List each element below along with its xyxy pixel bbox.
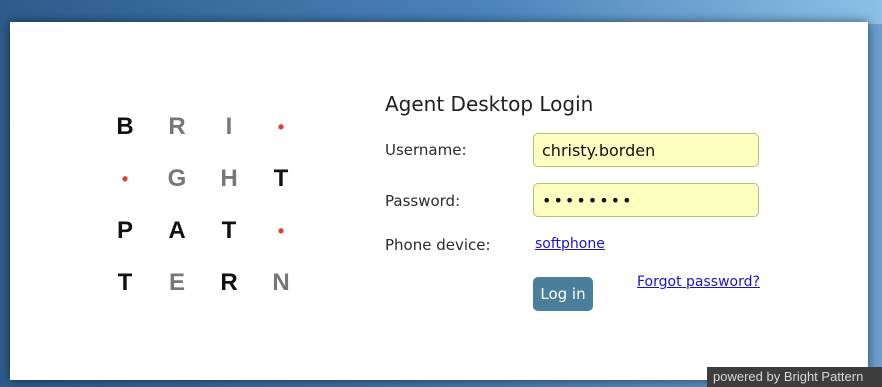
password-label: Password:	[385, 192, 461, 210]
softphone-link[interactable]: softphone	[535, 236, 605, 252]
login-button[interactable]: Log in	[533, 277, 593, 311]
background-gradient	[0, 0, 882, 24]
logo-letter: B	[116, 113, 134, 140]
username-field[interactable]	[533, 133, 759, 167]
password-field[interactable]	[533, 183, 759, 217]
logo-letter: E	[168, 269, 185, 296]
logo-letter: G	[167, 165, 187, 192]
bright-pattern-logo: B R I • • G H T P A T • T E R N	[112, 114, 302, 304]
logo-letter: N	[272, 269, 290, 296]
login-title: Agent Desktop Login	[385, 92, 594, 116]
phone-device-label: Phone device:	[385, 236, 491, 254]
logo-letter: H	[220, 165, 238, 192]
logo-letter: P	[116, 217, 133, 244]
logo-letter: A	[168, 217, 186, 244]
logo-letter: T	[273, 165, 289, 192]
powered-by-footer: powered by Bright Pattern	[707, 367, 882, 387]
username-label: Username:	[385, 141, 467, 159]
logo-dot: •	[121, 169, 129, 189]
logo-dot: •	[277, 117, 285, 137]
forgot-password-link[interactable]: Forgot password?	[637, 274, 760, 290]
logo-letter: I	[225, 113, 233, 140]
logo-letter: R	[168, 113, 186, 140]
logo-letter: R	[220, 269, 238, 296]
logo-dot: •	[277, 221, 285, 241]
logo-letter: T	[221, 217, 237, 244]
logo-letter: T	[117, 269, 133, 296]
